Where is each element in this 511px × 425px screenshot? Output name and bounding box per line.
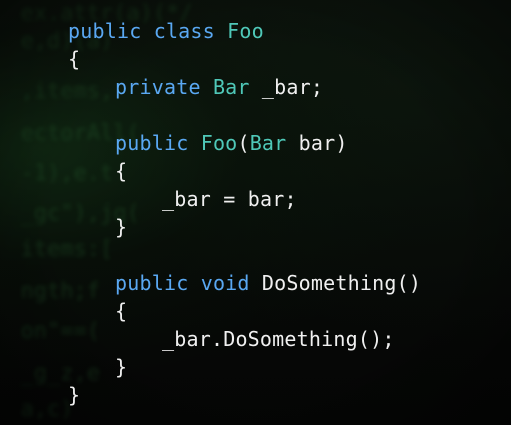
code-line-class-close-brace: } (68, 381, 498, 409)
close-brace: } (68, 383, 81, 407)
assign-lhs: _bar (162, 187, 211, 211)
close-brace: } (115, 215, 128, 239)
keyword-public: public (68, 19, 142, 43)
code-line-method-call: _bar.DoSomething(); (68, 325, 498, 353)
param-type: Bar (249, 131, 287, 155)
method-parens: () (396, 271, 422, 295)
type-name-bar: Bar (212, 75, 250, 99)
semicolon: ; (284, 187, 297, 211)
code-line-method-close-brace: } (68, 353, 498, 381)
method-name: DoSomething (261, 271, 397, 295)
open-paren: ( (237, 131, 250, 155)
code-block: public class Foo { private Bar _bar; pub… (68, 17, 498, 409)
code-line-class-open-brace: { (68, 45, 498, 73)
keyword-private: private (115, 75, 201, 99)
code-line-method-signature: public void DoSomething() (68, 269, 498, 297)
method-call-statement: _bar.DoSomething(); (162, 327, 395, 351)
open-brace: { (115, 159, 128, 183)
keyword-class: class (153, 19, 215, 43)
code-line-class-declaration: public class Foo (68, 17, 498, 45)
open-brace: { (68, 47, 81, 71)
assign-rhs: bar (247, 187, 285, 211)
keyword-void: void (200, 271, 250, 295)
close-paren: ) (335, 131, 348, 155)
open-brace: { (115, 299, 128, 323)
param-name: bar (298, 131, 336, 155)
field-name: _bar (261, 75, 311, 99)
keyword-public: public (115, 131, 189, 155)
semicolon: ; (310, 75, 324, 99)
assign-operator: = (223, 187, 236, 211)
code-line-constructor-close-brace: } (68, 213, 498, 241)
code-line-constructor-signature: public Foo(Bar bar) (68, 129, 498, 157)
close-brace: } (115, 355, 128, 379)
code-line-assignment: _bar = bar; (68, 185, 498, 213)
code-line-field-declaration: private Bar _bar; (68, 73, 498, 101)
constructor-name: Foo (200, 131, 238, 155)
keyword-public: public (115, 271, 189, 295)
code-line-constructor-open-brace: { (68, 157, 498, 185)
type-name-foo: Foo (227, 19, 264, 43)
code-line-method-open-brace: { (68, 297, 498, 325)
